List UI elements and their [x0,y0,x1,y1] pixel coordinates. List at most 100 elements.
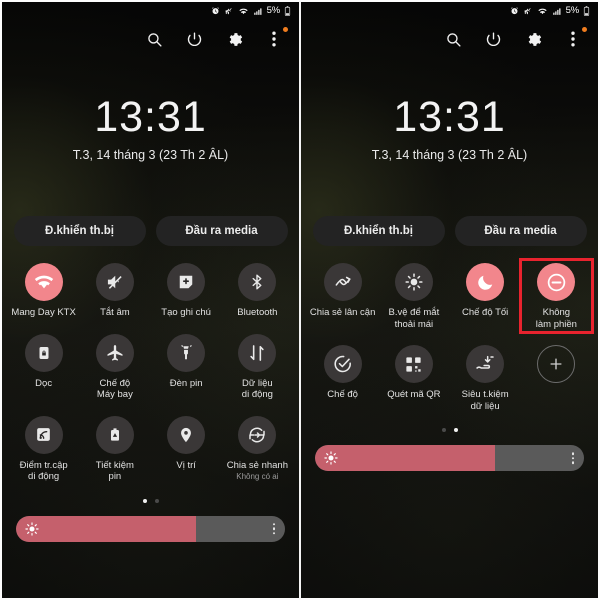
quick-tile-9[interactable]: Điểm tr.cập di động [8,413,79,485]
quick-tile-label: Chế độ Máy bay [96,377,133,401]
modes-check-icon [323,345,362,383]
power-icon[interactable] [482,28,504,50]
brightness-row-2 [301,445,598,471]
header-action-bar [2,20,299,58]
quick-tile-2[interactable]: B.vệ để mắt thoải mái [378,260,449,332]
page-indicator-1 [2,498,299,503]
airplane-icon [95,333,134,372]
do-not-disturb-icon [537,263,576,301]
mute-icon [523,7,533,16]
quick-tile-12[interactable]: Chia sẻ nhanh Không có ai [222,413,293,485]
control-pill-row: Đ.khiển th.bị Đầu ra media [301,216,598,246]
quick-tile-label: Chia sẻ nhanh [226,459,289,471]
quick-tile-label: Chế độ Tối [461,307,509,318]
search-icon[interactable] [143,28,165,50]
quick-tile-label: Dữ liệu di động [241,377,273,401]
signal-icon [552,7,562,16]
quick-tile-10[interactable]: Tiết kiệm pin [79,413,150,485]
quick-tile-label: Bluetooth [237,307,278,318]
device-control-button[interactable]: Đ.khiển th.bị [13,216,146,246]
brightness-fill [16,515,197,542]
quick-tile-8[interactable] [521,342,592,414]
media-output-button[interactable]: Đầu ra media [155,216,288,246]
quick-tile-5[interactable]: Chế độ [307,342,378,414]
quick-tile-label: B.vệ để mắt thoải mái [388,307,440,330]
control-pill-row: Đ.khiển th.bị Đầu ra media [2,216,299,246]
gear-icon[interactable] [522,28,544,50]
rotation-lock-icon [24,333,63,372]
page-dot-2[interactable] [453,428,458,432]
header-action-bar [301,20,598,58]
more-vertical-icon[interactable] [263,27,288,50]
quick-tile-8[interactable]: Dữ liệu di động [222,331,293,403]
status-bar: 5% [2,2,299,20]
quick-tile-5[interactable]: Dọc [8,331,79,403]
page-dot-1[interactable] [441,428,446,432]
quick-tile-4[interactable]: Bluetooth [222,260,293,321]
quick-tile-1[interactable]: Chia sẻ lân cận [307,260,378,332]
quick-tile-1[interactable]: Mang Day KTX [8,260,79,321]
quick-tile-label: Vị trí [176,459,196,471]
quick-share-icon [238,415,277,454]
quick-tile-3[interactable]: Chế độ Tối [450,260,521,332]
quick-tile-sublabel: Không có ai [236,472,279,481]
quick-tile-label: Chế độ [327,389,358,400]
quick-tile-3[interactable]: Tạo ghi chú [151,260,222,321]
quick-tile-6[interactable]: Chế độ Máy bay [79,331,150,403]
clock-date: T.3, 14 tháng 3 (23 Th 2 ÂL) [371,148,528,162]
quick-tile-label: Dọc [35,377,53,389]
brightness-slider[interactable] [315,445,584,471]
quick-tile-label: Tắt âm [100,307,130,318]
media-output-button[interactable]: Đầu ra media [454,216,587,246]
brightness-more-icon[interactable] [272,522,275,535]
nearby-share-icon [323,263,362,301]
page-dot-2[interactable] [154,498,159,503]
quick-tile-label: Chia sẻ lân cận [309,307,376,318]
clock-date: T.3, 14 tháng 3 (23 Th 2 ÂL) [72,148,229,162]
eye-comfort-icon [394,263,433,301]
battery-saver-icon [95,415,134,454]
brightness-more-icon[interactable] [571,452,574,464]
bluetooth-icon [238,263,277,301]
quick-tile-label: Siêu t.kiệm dữ liệu [461,389,509,412]
power-icon[interactable] [183,28,205,50]
flashlight-icon [167,333,206,372]
lockscreen-clock: 13:31 T.3, 14 tháng 3 (23 Th 2 ÂL) [2,93,299,163]
quick-tile-11[interactable]: Vị trí [151,413,222,485]
quick-panel-page-2: 5% 13:31 T.3, 14 tháng 3 (23 Th 2 ÂL) Đ.… [300,0,600,600]
wifi-icon [537,7,548,16]
brightness-fill [315,445,496,471]
quick-tile-label: Mang Day KTX [11,307,76,318]
quick-tile-4[interactable]: Không làm phiền [518,258,595,334]
mute-icon [224,7,234,16]
brightness-slider[interactable] [16,515,285,542]
dark-mode-moon-icon [466,263,505,301]
quick-tile-7[interactable]: Đèn pin [151,331,222,403]
mute-icon [95,263,134,301]
quick-tile-label: Quét mã QR [387,389,441,400]
quick-tile-2[interactable]: Tắt âm [79,260,150,321]
search-icon[interactable] [442,28,464,50]
quick-tile-label: Đèn pin [169,377,203,389]
gear-icon[interactable] [223,28,245,50]
clock-time: 13:31 [94,93,207,141]
battery-percent-label: 5% [266,5,281,17]
quick-settings-grid-page-2: Chia sẻ lân cận B.vệ để mắt thoải mái Chế đ… [301,258,598,414]
lockscreen-clock: 13:31 T.3, 14 tháng 3 (23 Th 2 ÂL) [301,96,598,163]
brightness-row-1 [2,515,299,542]
more-vertical-icon[interactable] [562,27,587,50]
wifi-icon [238,7,249,16]
notification-badge-dot [582,27,587,32]
notification-badge-dot [283,27,288,32]
quick-tile-label: Không làm phiền [535,307,577,330]
quick-tile-6[interactable]: Quét mã QR [378,342,449,414]
ultra-data-saving-icon [466,345,505,383]
add-tile-icon [537,345,576,383]
screenshot-root: 5% 13:31 T.3, 14 tháng 3 (23 Th 2 ÂL) Đ.… [0,0,600,600]
mobile-data-icon [238,333,277,372]
brightness-sun-icon [323,451,338,466]
quick-tile-7[interactable]: Siêu t.kiệm dữ liệu [450,342,521,414]
device-control-button[interactable]: Đ.khiển th.bị [312,216,445,246]
page-dot-1[interactable] [142,498,147,503]
quick-tile-label: Tiết kiệm pin [95,459,134,483]
